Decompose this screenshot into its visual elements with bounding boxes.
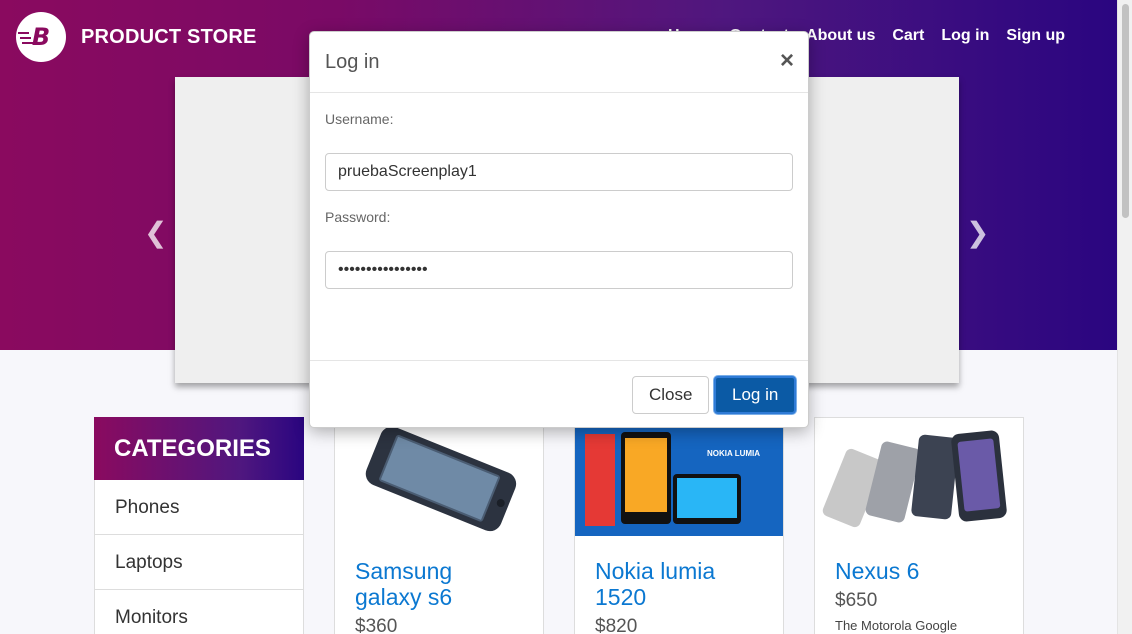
username-label: Username: bbox=[325, 111, 394, 127]
modal-title: Log in bbox=[325, 51, 380, 73]
scrollbar-thumb[interactable] bbox=[1122, 4, 1129, 218]
log-in-button[interactable]: Log in bbox=[714, 376, 797, 414]
modal-body: Username: Password: bbox=[310, 93, 808, 360]
close-button[interactable]: Close bbox=[632, 376, 710, 414]
modal-header: Log in × bbox=[310, 32, 808, 93]
login-modal: Log in × Username: Password: Close Log i… bbox=[309, 31, 809, 428]
password-field[interactable] bbox=[325, 251, 793, 289]
modal-footer: Close Log in bbox=[310, 360, 808, 428]
username-field[interactable] bbox=[325, 153, 793, 191]
close-icon[interactable]: × bbox=[780, 49, 794, 73]
page-scrollbar[interactable] bbox=[1117, 0, 1132, 634]
password-label: Password: bbox=[325, 209, 391, 225]
